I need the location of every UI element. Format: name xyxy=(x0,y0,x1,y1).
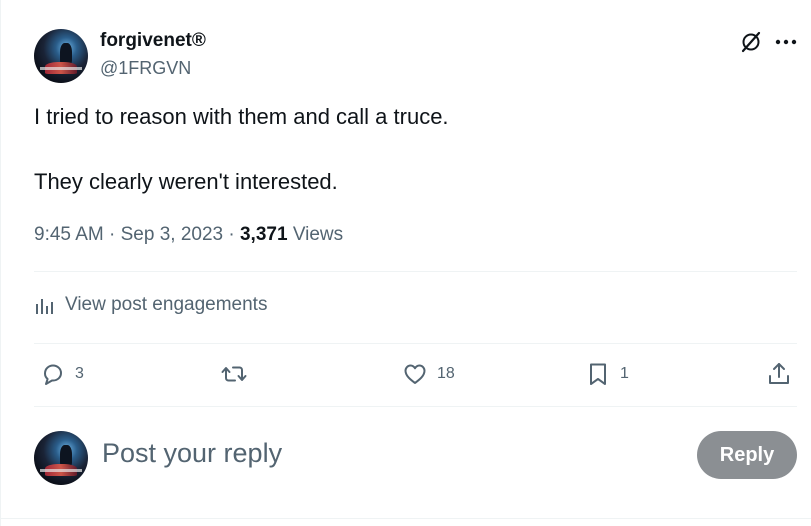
tweet-date[interactable]: Sep 3, 2023 xyxy=(121,224,223,245)
reply-button[interactable]: Reply xyxy=(697,431,797,479)
divider xyxy=(34,271,797,272)
tweet-time[interactable]: 9:45 AM xyxy=(34,224,104,245)
author-handle[interactable]: @1FRGVN xyxy=(100,58,191,79)
grok-icon[interactable] xyxy=(739,30,763,54)
tweet-detail: forgivenet® @1FRGVN I tried to reason wi… xyxy=(0,0,811,526)
analytics-icon xyxy=(36,298,53,314)
reply-count: 3 xyxy=(75,365,84,382)
meta-separator: · xyxy=(109,224,121,245)
more-icon[interactable] xyxy=(775,38,797,46)
tweet-text-line: They clearly weren't interested. xyxy=(34,169,338,194)
like-action[interactable]: 18 xyxy=(401,360,455,388)
reply-action[interactable]: 3 xyxy=(39,360,84,388)
tweet-meta: 9:45 AM · Sep 3, 2023 · 3,371 Views xyxy=(34,224,343,246)
tweet-text-line: I tried to reason with them and call a t… xyxy=(34,104,449,129)
heart-icon xyxy=(404,364,426,384)
reply-input[interactable]: Post your reply xyxy=(102,438,282,469)
bookmark-count: 1 xyxy=(620,365,629,382)
view-engagements-label: View post engagements xyxy=(65,294,268,315)
meta-separator: · xyxy=(228,224,240,245)
current-user-avatar xyxy=(34,431,88,485)
bookmark-icon xyxy=(590,363,606,385)
retweet-action[interactable] xyxy=(220,360,256,388)
bookmark-action[interactable]: 1 xyxy=(584,360,629,388)
retweet-icon xyxy=(221,366,247,382)
views-label: Views xyxy=(292,224,344,245)
author-display-name[interactable]: forgivenet® xyxy=(100,30,206,52)
views-count: 3,371 xyxy=(239,224,288,245)
divider xyxy=(34,343,797,344)
reply-icon xyxy=(44,364,62,385)
share-icon xyxy=(769,363,789,384)
divider xyxy=(1,518,811,519)
like-count: 18 xyxy=(437,365,455,382)
share-action[interactable] xyxy=(765,360,793,388)
author-avatar[interactable] xyxy=(34,29,88,83)
view-engagements-link[interactable]: View post engagements xyxy=(34,294,267,316)
divider xyxy=(34,406,797,407)
